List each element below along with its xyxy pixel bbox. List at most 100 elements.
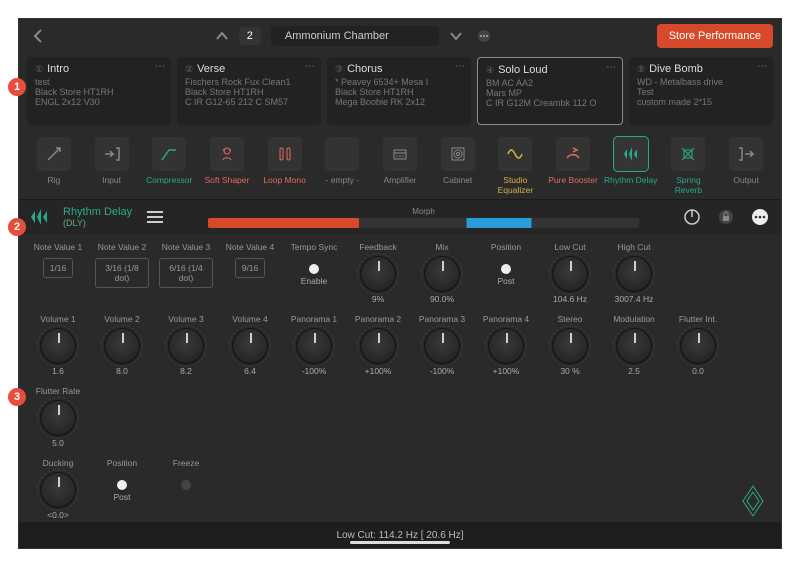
chain-item-output[interactable]: Output [719, 137, 773, 185]
knob-icon[interactable] [296, 328, 332, 364]
chain-label: Compressor [142, 175, 196, 185]
param-row-3: Ducking<0.0>PositionPostFreeze [31, 458, 769, 520]
param-volume-3[interactable]: Volume 38.2 [159, 314, 213, 376]
chain-item-input[interactable]: Input [85, 137, 139, 185]
slot-line: C IR G12-65 212 C SM57 [185, 97, 313, 107]
param-note-value-1[interactable]: Note Value 11/16 [31, 242, 85, 304]
chain-item-spring-reverb[interactable]: Spring Reverb [662, 137, 716, 195]
param-panorama-2[interactable]: Panorama 2+100% [351, 314, 405, 376]
knob-icon[interactable] [424, 256, 460, 292]
knob-icon[interactable] [552, 328, 588, 364]
chain-item-compressor[interactable]: Compressor [142, 137, 196, 185]
param-panorama-3[interactable]: Panorama 3-100% [415, 314, 469, 376]
morph-slider[interactable] [208, 218, 639, 228]
knob-icon[interactable] [360, 256, 396, 292]
slot-card-4[interactable]: ④Solo Loud BM AC AA2 Mars MP C IR G12M C… [477, 57, 623, 125]
param-position[interactable]: PositionPost [479, 242, 533, 304]
slot-menu-icon[interactable]: ⋯ [606, 62, 616, 73]
list-icon[interactable] [144, 206, 166, 228]
slot-line: C IR G12M Creambk 112 O [486, 98, 614, 108]
param-flutter-int-[interactable]: Flutter Int.0.0 [671, 314, 725, 376]
param-value: 6.4 [223, 366, 277, 376]
slot-line: Black Store HT1RH [35, 87, 163, 97]
param-note-value-2[interactable]: Note Value 23/16 (1/8 dot) [95, 242, 149, 304]
app-window: 2 Ammonium Chamber Store Performance ①In… [18, 18, 782, 549]
segment-value[interactable]: 3/16 (1/8 dot) [95, 258, 149, 288]
param-low-cut[interactable]: Low Cut104.6 Hz [543, 242, 597, 304]
segment-value[interactable]: 1/16 [43, 258, 74, 278]
toggle-dot-icon[interactable] [117, 480, 127, 490]
param-ducking[interactable]: Ducking<0.0> [31, 458, 85, 520]
effect-more-icon[interactable] [749, 206, 771, 228]
param-feedback[interactable]: Feedback9% [351, 242, 405, 304]
knob-icon[interactable] [552, 256, 588, 292]
param-freeze[interactable]: Freeze [159, 458, 213, 520]
param-note-value-4[interactable]: Note Value 49/16 [223, 242, 277, 304]
slot-card-3[interactable]: ③Chorus * Peavey 6534+ Mesa I Black Stor… [327, 57, 471, 125]
chain-item-rhythm-delay[interactable]: Rhythm Delay [604, 137, 658, 185]
param-volume-4[interactable]: Volume 46.4 [223, 314, 277, 376]
param-mix[interactable]: Mix90.0% [415, 242, 469, 304]
chain-item-studio-equalizer[interactable]: Studio Equalizer [489, 137, 543, 195]
slot-row: ①Intro test Black Store HT1RH ENGL 2x12 … [19, 53, 781, 129]
back-icon[interactable] [27, 25, 49, 47]
down-icon[interactable] [445, 25, 467, 47]
param-volume-1[interactable]: Volume 11.6 [31, 314, 85, 376]
knob-icon[interactable] [40, 472, 76, 508]
slot-card-2[interactable]: ②Verse Fischers Rock Fux Clean1 Black St… [177, 57, 321, 125]
chain-box-icon [37, 137, 71, 171]
chain-item-cabinet[interactable]: Cabinet [431, 137, 485, 185]
knob-icon[interactable] [168, 328, 204, 364]
knob-icon[interactable] [424, 328, 460, 364]
param-high-cut[interactable]: High Cut3007.4 Hz [607, 242, 661, 304]
slot-menu-icon[interactable]: ⋯ [455, 61, 465, 72]
param-position[interactable]: PositionPost [95, 458, 149, 520]
chain-item-soft-shaper[interactable]: Soft Shaper [200, 137, 254, 185]
knob-icon[interactable] [232, 328, 268, 364]
param-modulation[interactable]: Modulation2.5 [607, 314, 661, 376]
chain-label: Rhythm Delay [604, 175, 658, 185]
toggle-dot-icon[interactable] [309, 264, 319, 274]
param-volume-2[interactable]: Volume 28.0 [95, 314, 149, 376]
knob-icon[interactable] [40, 328, 76, 364]
chain-item-loop-mono[interactable]: Loop Mono [258, 137, 312, 185]
power-icon[interactable] [681, 206, 703, 228]
performance-name[interactable]: Ammonium Chamber [271, 26, 439, 46]
slot-menu-icon[interactable]: ⋯ [757, 61, 767, 72]
chain-item-pure-booster[interactable]: Pure Booster [546, 137, 600, 185]
performance-number[interactable]: 2 [239, 27, 261, 45]
annotation-badge-3: 3 [8, 388, 26, 406]
param-panorama-4[interactable]: Panorama 4+100% [479, 314, 533, 376]
param-note-value-3[interactable]: Note Value 36/16 (1/4 dot) [159, 242, 213, 304]
status-text: Low Cut: 114.2 Hz [ 20.6 Hz] [336, 530, 463, 541]
chain-item-amplifier[interactable]: Amplifier [373, 137, 427, 185]
toggle-dot-icon[interactable] [181, 480, 191, 490]
more-icon[interactable] [473, 25, 495, 47]
param-flutter-rate[interactable]: Flutter Rate5.0 [31, 386, 85, 448]
knob-icon[interactable] [104, 328, 140, 364]
knob-icon[interactable] [616, 256, 652, 292]
chain-item--empty-[interactable]: - empty - [315, 137, 369, 185]
up-icon[interactable] [211, 25, 233, 47]
store-performance-button[interactable]: Store Performance [657, 24, 773, 48]
segment-value[interactable]: 6/16 (1/4 dot) [159, 258, 213, 288]
slot-menu-icon[interactable]: ⋯ [305, 61, 315, 72]
slot-card-5[interactable]: ⑤Dive Bomb WD - Metalbass drive Test cus… [629, 57, 773, 125]
knob-icon[interactable] [360, 328, 396, 364]
segment-value[interactable]: 9/16 [235, 258, 266, 278]
knob-icon[interactable] [488, 328, 524, 364]
slot-card-1[interactable]: ①Intro test Black Store HT1RH ENGL 2x12 … [27, 57, 171, 125]
knob-icon[interactable] [616, 328, 652, 364]
lock-icon[interactable] [715, 206, 737, 228]
chain-box-icon [95, 137, 129, 171]
home-indicator[interactable] [350, 541, 450, 544]
toggle-dot-icon[interactable] [501, 264, 511, 274]
slot-menu-icon[interactable]: ⋯ [155, 61, 165, 72]
knob-icon[interactable] [680, 328, 716, 364]
chain-item-rig[interactable]: Rig [27, 137, 81, 185]
param-tempo-sync[interactable]: Tempo SyncEnable [287, 242, 341, 304]
param-stereo[interactable]: Stereo30 % [543, 314, 597, 376]
param-value: -100% [287, 366, 341, 376]
knob-icon[interactable] [40, 400, 76, 436]
param-panorama-1[interactable]: Panorama 1-100% [287, 314, 341, 376]
